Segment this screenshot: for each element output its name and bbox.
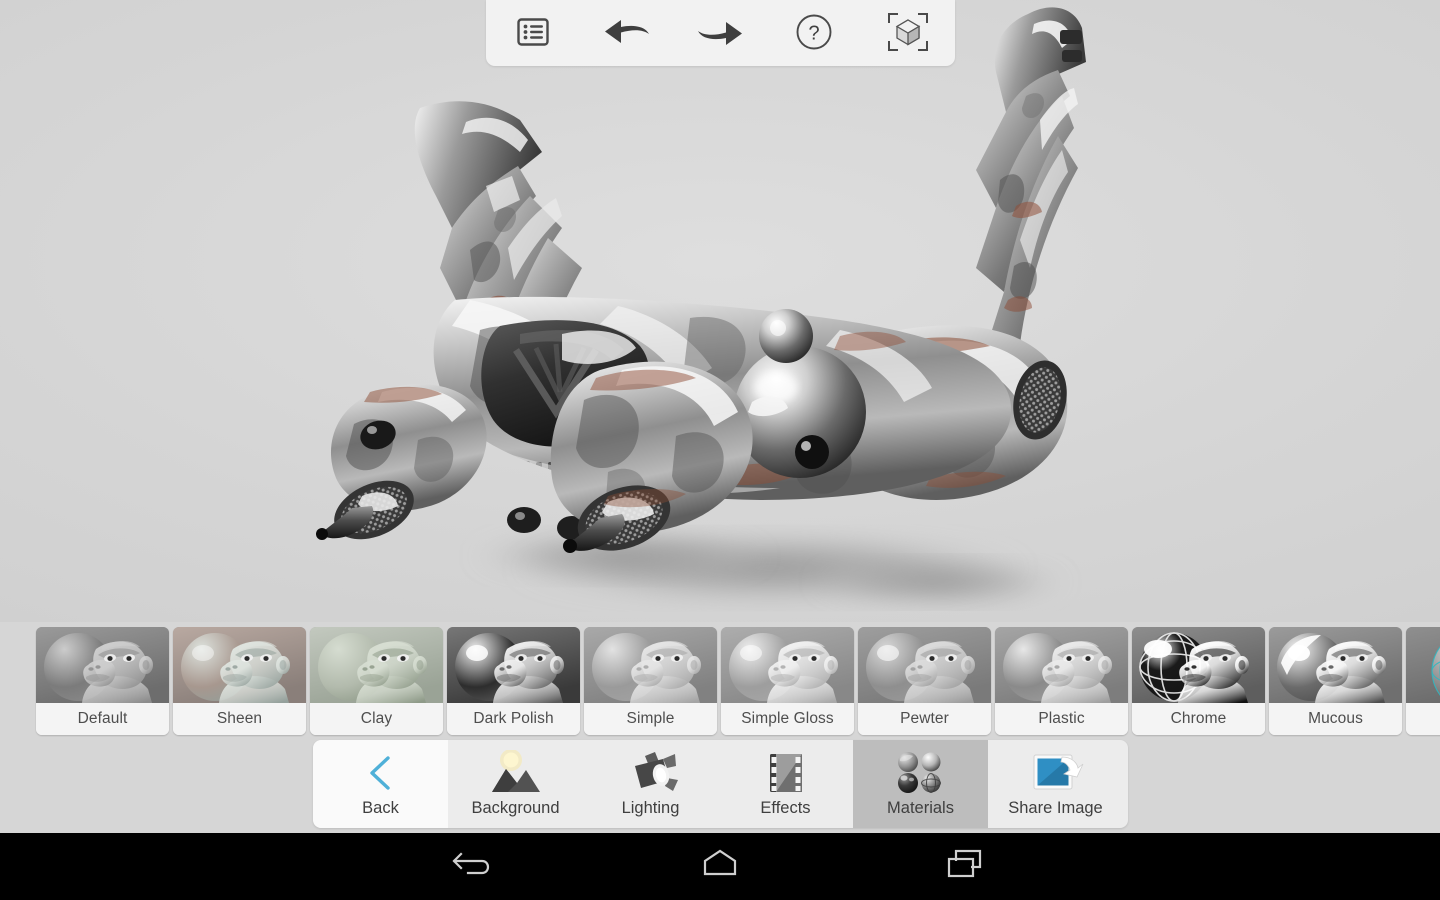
- material-thumbnail: [36, 627, 169, 703]
- nav-materials-button[interactable]: Materials: [853, 740, 988, 828]
- material-card[interactable]: Sheen: [173, 627, 306, 735]
- help-button[interactable]: ?: [783, 5, 845, 61]
- model-shadow: [470, 530, 1070, 606]
- nav-lighting-button[interactable]: Lighting: [583, 740, 718, 828]
- nav-effects-label: Effects: [760, 799, 811, 817]
- materials-track: Default Sheen Clay Dark Polish Simple Si…: [36, 627, 1440, 735]
- undo-button[interactable]: [596, 5, 658, 61]
- chevron-left-icon: [364, 749, 398, 797]
- material-thumbnail: [1406, 627, 1440, 703]
- nav-share-image-button[interactable]: Share Image: [988, 740, 1123, 828]
- nav-back-button[interactable]: Back: [313, 740, 448, 828]
- material-label: Sheen: [173, 703, 306, 735]
- material-card[interactable]: Pewter: [858, 627, 991, 735]
- material-label: Clay: [310, 703, 443, 735]
- android-recents-icon: [942, 846, 988, 887]
- android-system-bar: [0, 833, 1440, 900]
- material-thumbnail: [584, 627, 717, 703]
- material-thumbnail: [995, 627, 1128, 703]
- nav-lighting-label: Lighting: [621, 799, 680, 817]
- material-card[interactable]: Clay: [310, 627, 443, 735]
- android-home-icon: [697, 846, 743, 887]
- help-icon: ?: [795, 13, 833, 54]
- nacelle-center: [550, 361, 753, 553]
- model-list-button[interactable]: [502, 5, 564, 61]
- redo-button[interactable]: [689, 5, 751, 61]
- material-thumbnail: [1269, 627, 1402, 703]
- android-recents-button[interactable]: [910, 833, 1020, 900]
- android-back-icon: [452, 846, 498, 887]
- bottom-toolbar: Back Background Lighting Effects Materia…: [313, 740, 1128, 828]
- material-label: Default: [36, 703, 169, 735]
- material-label: [1406, 703, 1440, 735]
- list-icon: [516, 17, 550, 50]
- material-label: Plastic: [995, 703, 1128, 735]
- material-card[interactable]: Mucous: [1269, 627, 1402, 735]
- nav-background-button[interactable]: Background: [448, 740, 583, 828]
- filmstrip-icon: [762, 749, 810, 797]
- nav-effects-button[interactable]: Effects: [718, 740, 853, 828]
- nav-share-label: Share Image: [1008, 799, 1103, 817]
- material-card[interactable]: Plastic: [995, 627, 1128, 735]
- materials-carousel[interactable]: Default Sheen Clay Dark Polish Simple Si…: [0, 622, 1440, 740]
- material-label: Chrome: [1132, 703, 1265, 735]
- material-label: Simple: [584, 703, 717, 735]
- material-thumbnail: [858, 627, 991, 703]
- material-card[interactable]: Chrome: [1132, 627, 1265, 735]
- material-label: Mucous: [1269, 703, 1402, 735]
- share-photo-icon: [1028, 749, 1084, 797]
- nav-back-label: Back: [362, 799, 399, 817]
- material-thumbnail: [173, 627, 306, 703]
- landscape-icon: [488, 749, 544, 797]
- material-spheres-icon: [893, 749, 949, 797]
- nav-background-label: Background: [471, 799, 560, 817]
- material-label: Dark Polish: [447, 703, 580, 735]
- material-label: Simple Gloss: [721, 703, 854, 735]
- cube-reset-icon: [886, 11, 930, 56]
- material-label: Pewter: [858, 703, 991, 735]
- material-card[interactable]: Simple Gloss: [721, 627, 854, 735]
- nacelle-left: [316, 384, 487, 540]
- material-thumbnail: [721, 627, 854, 703]
- android-back-button[interactable]: [420, 833, 530, 900]
- undo-icon: [603, 18, 651, 49]
- material-thumbnail: [310, 627, 443, 703]
- reset-view-button[interactable]: [877, 5, 939, 61]
- top-toolbar: ?: [486, 0, 955, 66]
- material-thumbnail: [1132, 627, 1265, 703]
- tail-fin-right: [976, 7, 1086, 344]
- material-card[interactable]: Simple: [584, 627, 717, 735]
- material-card[interactable]: Default: [36, 627, 169, 735]
- model-viewport[interactable]: [0, 0, 1440, 622]
- material-card[interactable]: [1406, 627, 1440, 735]
- nav-materials-label: Materials: [887, 799, 954, 817]
- material-thumbnail: [447, 627, 580, 703]
- spotlight-icon: [623, 749, 679, 797]
- material-card[interactable]: Dark Polish: [447, 627, 580, 735]
- android-home-button[interactable]: [665, 833, 775, 900]
- spaceship-3d-model[interactable]: [0, 0, 1440, 622]
- svg-text:?: ?: [809, 22, 820, 44]
- redo-icon: [696, 18, 744, 49]
